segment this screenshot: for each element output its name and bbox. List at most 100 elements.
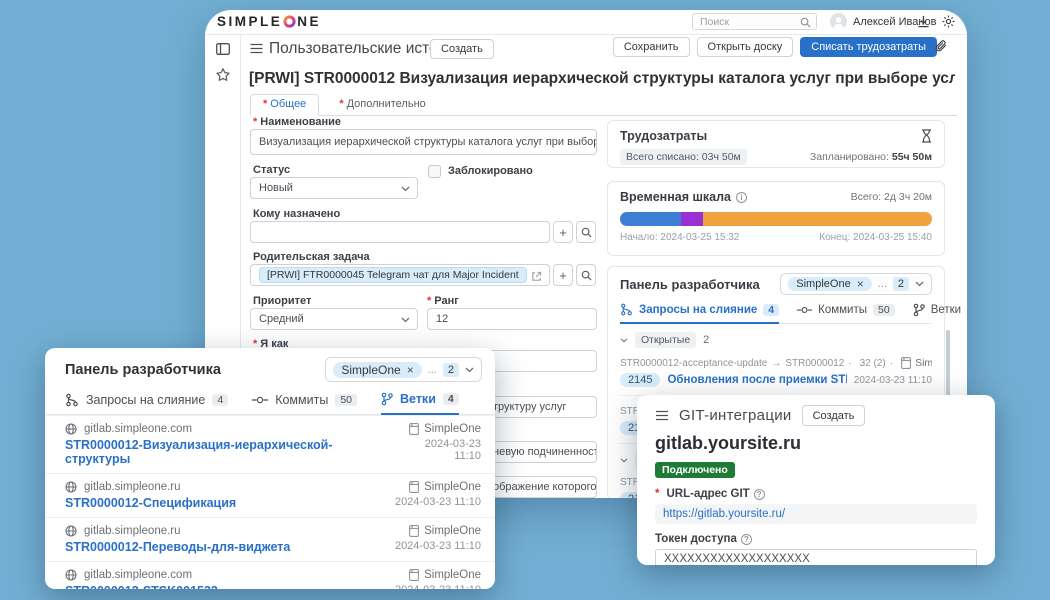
help-icon[interactable]: ?: [754, 489, 765, 500]
git-create-button[interactable]: Создать: [802, 405, 866, 426]
assignee-search-button[interactable]: [576, 221, 596, 243]
git-url-link[interactable]: https://gitlab.yoursite.ru/: [663, 508, 785, 520]
branch-date: 2024-03-23 11:10: [395, 496, 481, 508]
section-open[interactable]: Открытые 2: [620, 332, 932, 348]
assignee-add-button[interactable]: +: [553, 221, 573, 243]
settings-gear-icon[interactable]: [941, 14, 956, 29]
journal-icon: [901, 357, 911, 369]
chevron-down-icon[interactable]: [915, 281, 924, 287]
branch-row[interactable]: gitlab.simpleone.com STR0000012-STSK0015…: [45, 561, 495, 589]
help-icon[interactable]: ?: [741, 534, 752, 545]
branch-source: SimpleOne: [395, 569, 481, 581]
branch-row[interactable]: gitlab.simpleone.ru STR0000012-Переводы-…: [45, 517, 495, 561]
record-title: [PRWI] STR0000012 Визуализация иерархиче…: [249, 70, 955, 88]
tab-commits[interactable]: Коммиты 50: [797, 303, 895, 323]
branch-link[interactable]: STR0000012-STSK001532: [65, 584, 218, 589]
branch-link[interactable]: STR0000012-Визуализация-иерархической-ст…: [65, 438, 396, 466]
name-value: Визуализация иерархической структуры кат…: [259, 136, 597, 148]
branch-source: SimpleOne: [395, 481, 481, 493]
parent-add-button[interactable]: +: [553, 264, 573, 286]
create-button[interactable]: Создать: [430, 39, 494, 59]
branch-link[interactable]: STR0000012-Спецификация: [65, 496, 236, 510]
download-icon[interactable]: [917, 15, 930, 28]
tab-additional[interactable]: *Дополнительно: [335, 95, 429, 115]
search-placeholder: Поиск: [700, 16, 729, 28]
header-divider: [205, 34, 967, 35]
priority-label: Приоритет: [253, 295, 311, 307]
parent-task-field[interactable]: [PRWI] FTR0000045 Telegram чат для Major…: [250, 264, 550, 286]
search-input[interactable]: Поиск: [692, 13, 817, 30]
journal-icon: [409, 525, 419, 537]
favorite-star-icon[interactable]: [215, 67, 231, 82]
remove-tag-icon[interactable]: ×: [407, 364, 414, 376]
mr1-id-badge: 2145: [620, 373, 660, 387]
chevron-down-icon: [620, 338, 628, 343]
paperclip-icon[interactable]: [935, 40, 947, 53]
globe-icon: [65, 423, 77, 435]
priority-select[interactable]: Средний: [250, 308, 418, 330]
branch-icon: [381, 392, 393, 406]
assignee-label: Кому назначено: [253, 208, 340, 220]
rank-field[interactable]: 12: [427, 308, 597, 330]
name-field[interactable]: Визуализация иерархической структуры кат…: [250, 129, 597, 155]
repo-filter-tag[interactable]: SimpleOne ×: [788, 277, 871, 291]
tab-branches[interactable]: Ветки 4: [381, 392, 459, 415]
parent-task-tag[interactable]: [PRWI] FTR0000045 Telegram чат для Major…: [259, 267, 527, 283]
info-icon[interactable]: i: [736, 192, 747, 203]
mr1-source: SimpleOne: [901, 357, 932, 369]
hamburger-menu-icon[interactable]: [250, 43, 263, 54]
work-panel: Трудозатраты Всего списано: 03ч 50м Запл…: [607, 120, 945, 168]
log-time-button[interactable]: Списать трудозатраты: [800, 37, 937, 57]
assignee-field[interactable]: [250, 221, 550, 243]
avatar[interactable]: [830, 13, 847, 30]
required-marker: *: [339, 98, 343, 110]
user-icon: [830, 13, 847, 30]
dev-panel-tabs: Запросы на слияние 4 Коммиты 50 Ветки 4: [620, 303, 932, 324]
tab-merge-requests[interactable]: Запросы на слияние 4: [620, 303, 779, 324]
simpleone-logo: SIMPLE NE: [217, 14, 321, 29]
branch-row[interactable]: gitlab.simpleone.com STR0000012-Визуализ…: [45, 415, 495, 473]
journal-icon: [409, 569, 419, 581]
timeline-segment-purple: [681, 212, 703, 226]
git-url-field[interactable]: https://gitlab.yoursite.ru/: [655, 504, 977, 524]
locked-checkbox[interactable]: [428, 165, 441, 178]
save-button[interactable]: Сохранить: [613, 37, 690, 57]
open-board-button[interactable]: Открыть доску: [697, 37, 794, 57]
chevron-down-icon: [401, 317, 410, 323]
repo-filter-select[interactable]: SimpleOne × ... 2: [780, 273, 932, 295]
tab-commits[interactable]: Коммиты 50: [252, 392, 357, 414]
mr1-row[interactable]: 2145 Обновления после приемки STR0000012…: [620, 373, 932, 387]
required-marker: *: [655, 488, 659, 500]
status-value: Новый: [259, 182, 293, 194]
hourglass-icon[interactable]: [921, 129, 932, 143]
chevron-down-icon[interactable]: [465, 367, 474, 373]
branches-count-badge: 4: [443, 393, 459, 405]
external-link-icon[interactable]: [531, 271, 542, 282]
board-panel-icon[interactable]: [216, 43, 230, 55]
branch-row[interactable]: gitlab.simpleone.ru STR0000012-Специфика…: [45, 473, 495, 517]
tab-general[interactable]: *Общее: [250, 94, 319, 116]
section-open-count: 2: [703, 334, 709, 346]
tab-merge-requests[interactable]: Запросы на слияние 4: [65, 392, 228, 414]
git-token-field[interactable]: XXXXXXXXXXXXXXXXXXX: [655, 549, 977, 565]
mr1-link[interactable]: Обновления после приемки STR0000012: [667, 374, 846, 386]
hamburger-menu-icon[interactable]: [655, 410, 669, 421]
tab-branches[interactable]: Ветки 4: [913, 303, 967, 323]
branch-source: SimpleOne: [396, 423, 481, 435]
branch-link[interactable]: STR0000012-Переводы-для-виджета: [65, 540, 290, 554]
developer-panel-card: Панель разработчика SimpleOne × ... 2 За…: [45, 348, 495, 589]
mr-count-badge: 4: [763, 304, 779, 316]
git-token-value: XXXXXXXXXXXXXXXXXXX: [664, 553, 810, 565]
branch-date: 2024-03-23 11:10: [396, 438, 481, 462]
repo-filter-select[interactable]: SimpleOne × ... 2: [325, 357, 482, 382]
git-card-title[interactable]: GIT-интеграции: [679, 407, 792, 424]
parent-search-button[interactable]: [576, 264, 596, 286]
chevron-down-icon: [401, 186, 410, 192]
remove-tag-icon[interactable]: ×: [857, 278, 864, 290]
planned-time: Запланировано: 55ч 50м: [810, 151, 932, 163]
section-open-chip: Открытые: [635, 332, 696, 348]
git-integration-card: GIT-интеграции Создать gitlab.yoursite.r…: [637, 395, 995, 565]
repo-filter-tag[interactable]: SimpleOne ×: [333, 362, 421, 378]
status-select[interactable]: Новый: [250, 177, 418, 199]
priority-value: Средний: [259, 313, 304, 325]
